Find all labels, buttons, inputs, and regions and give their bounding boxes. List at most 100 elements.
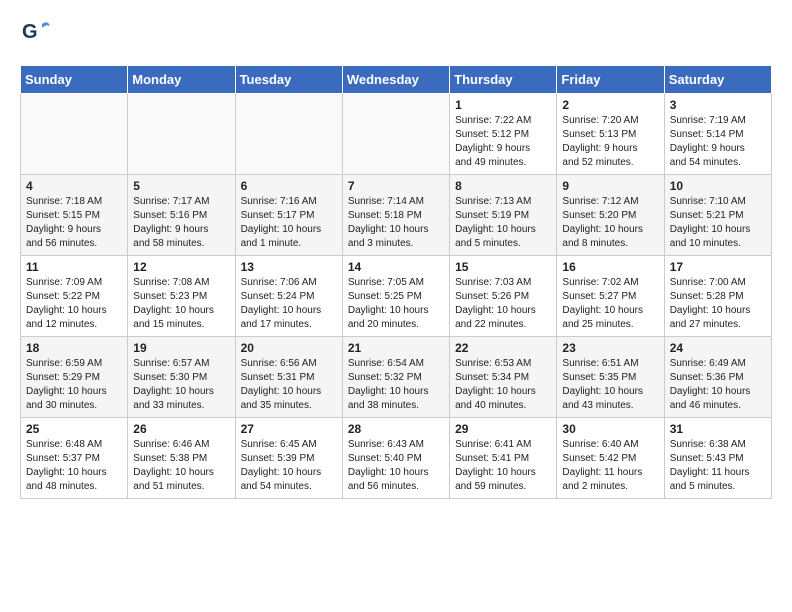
day-number: 4 <box>26 179 122 193</box>
day-info: Sunrise: 7:06 AM Sunset: 5:24 PM Dayligh… <box>241 276 337 332</box>
calendar-cell: 11Sunrise: 7:09 AM Sunset: 5:22 PM Dayli… <box>21 256 128 337</box>
calendar-cell: 27 Sunrise: 6:45 AM Sunset: 5:39 PM Dayli… <box>235 418 342 499</box>
calendar-cell: 21 Sunrise: 6:54 AM Sunset: 5:32 PM Dayli… <box>342 337 449 418</box>
day-info: Sunrise: 7:14 AM Sunset: 5:18 PM Dayligh… <box>348 195 444 251</box>
calendar-cell: 31 Sunrise: 6:38 AM Sunset: 5:43 PM Dayli… <box>664 418 771 499</box>
calendar-cell: 24 Sunrise: 6:49 AM Sunset: 5:36 PM Dayli… <box>664 337 771 418</box>
weekday-header-thursday: Thursday <box>450 66 557 94</box>
calendar-cell: 16 Sunrise: 7:02 AM Sunset: 5:27 PM Dayli… <box>557 256 664 337</box>
day-info: Sunrise: 7:02 AM Sunset: 5:27 PM Dayligh… <box>562 276 658 332</box>
calendar-cell: 4 Sunrise: 7:18 AM Sunset: 5:15 PM Daylig… <box>21 175 128 256</box>
day-info: Sunrise: 6:48 AM Sunset: 5:37 PM Dayligh… <box>26 438 122 494</box>
calendar-cell: 25 Sunrise: 6:48 AM Sunset: 5:37 PM Dayli… <box>21 418 128 499</box>
svg-text:G: G <box>22 21 38 43</box>
calendar-cell: 29Sunrise: 6:41 AM Sunset: 5:41 PM Dayli… <box>450 418 557 499</box>
day-info: Sunrise: 6:43 AM Sunset: 5:40 PM Dayligh… <box>348 438 444 494</box>
day-info: Sunrise: 7:13 AM Sunset: 5:19 PM Dayligh… <box>455 195 551 251</box>
calendar-cell: 3 Sunrise: 7:19 AM Sunset: 5:14 PM Daylig… <box>664 94 771 175</box>
day-number: 20 <box>241 341 337 355</box>
page-container: G SundayMondayTuesdayWednesdayThursdayFr… <box>0 0 792 515</box>
day-number: 10 <box>670 179 766 193</box>
logo: G <box>20 16 56 53</box>
calendar-cell <box>342 94 449 175</box>
day-number: 12 <box>133 260 229 274</box>
day-info: Sunrise: 6:38 AM Sunset: 5:43 PM Dayligh… <box>670 438 766 494</box>
calendar-cell: 5 Sunrise: 7:17 AM Sunset: 5:16 PM Daylig… <box>128 175 235 256</box>
day-number: 6 <box>241 179 337 193</box>
calendar-cell: 13 Sunrise: 7:06 AM Sunset: 5:24 PM Dayli… <box>235 256 342 337</box>
day-number: 25 <box>26 422 122 436</box>
day-number: 22 <box>455 341 551 355</box>
day-info: Sunrise: 6:45 AM Sunset: 5:39 PM Dayligh… <box>241 438 337 494</box>
day-number: 1 <box>455 98 551 112</box>
day-number: 3 <box>670 98 766 112</box>
day-info: Sunrise: 6:54 AM Sunset: 5:32 PM Dayligh… <box>348 357 444 413</box>
calendar-cell: 15Sunrise: 7:03 AM Sunset: 5:26 PM Dayli… <box>450 256 557 337</box>
calendar-cell: 22 Sunrise: 6:53 AM Sunset: 5:34 PM Dayli… <box>450 337 557 418</box>
weekday-header-monday: Monday <box>128 66 235 94</box>
calendar-cell: 6 Sunrise: 7:16 AM Sunset: 5:17 PM Daylig… <box>235 175 342 256</box>
weekday-header-sunday: Sunday <box>21 66 128 94</box>
day-number: 24 <box>670 341 766 355</box>
calendar-cell <box>235 94 342 175</box>
day-number: 17 <box>670 260 766 274</box>
calendar-cell: 8 Sunrise: 7:13 AM Sunset: 5:19 PM Daylig… <box>450 175 557 256</box>
calendar-cell: 14 Sunrise: 7:05 AM Sunset: 5:25 PM Dayli… <box>342 256 449 337</box>
day-info: Sunrise: 7:18 AM Sunset: 5:15 PM Dayligh… <box>26 195 122 251</box>
day-number: 21 <box>348 341 444 355</box>
day-number: 13 <box>241 260 337 274</box>
day-number: 2 <box>562 98 658 112</box>
day-number: 27 <box>241 422 337 436</box>
calendar-cell: 19 Sunrise: 6:57 AM Sunset: 5:30 PM Dayli… <box>128 337 235 418</box>
day-number: 18 <box>26 341 122 355</box>
calendar-cell: 30 Sunrise: 6:40 AM Sunset: 5:42 PM Dayli… <box>557 418 664 499</box>
day-number: 30 <box>562 422 658 436</box>
day-info: Sunrise: 6:51 AM Sunset: 5:35 PM Dayligh… <box>562 357 658 413</box>
calendar-week-row: 4 Sunrise: 7:18 AM Sunset: 5:15 PM Daylig… <box>21 175 772 256</box>
day-info: Sunrise: 7:22 AM Sunset: 5:12 PM Dayligh… <box>455 114 551 170</box>
calendar-week-row: 11Sunrise: 7:09 AM Sunset: 5:22 PM Dayli… <box>21 256 772 337</box>
day-info: Sunrise: 6:46 AM Sunset: 5:38 PM Dayligh… <box>133 438 229 494</box>
day-info: Sunrise: 7:19 AM Sunset: 5:14 PM Dayligh… <box>670 114 766 170</box>
day-info: Sunrise: 7:17 AM Sunset: 5:16 PM Dayligh… <box>133 195 229 251</box>
calendar-cell: 7 Sunrise: 7:14 AM Sunset: 5:18 PM Daylig… <box>342 175 449 256</box>
calendar-cell: 28 Sunrise: 6:43 AM Sunset: 5:40 PM Dayli… <box>342 418 449 499</box>
day-info: Sunrise: 7:00 AM Sunset: 5:28 PM Dayligh… <box>670 276 766 332</box>
calendar-cell: 2Sunrise: 7:20 AM Sunset: 5:13 PM Daylig… <box>557 94 664 175</box>
day-number: 16 <box>562 260 658 274</box>
day-number: 19 <box>133 341 229 355</box>
day-number: 26 <box>133 422 229 436</box>
calendar-cell <box>128 94 235 175</box>
day-info: Sunrise: 7:08 AM Sunset: 5:23 PM Dayligh… <box>133 276 229 332</box>
day-number: 14 <box>348 260 444 274</box>
weekday-header-saturday: Saturday <box>664 66 771 94</box>
day-info: Sunrise: 7:16 AM Sunset: 5:17 PM Dayligh… <box>241 195 337 251</box>
day-info: Sunrise: 6:57 AM Sunset: 5:30 PM Dayligh… <box>133 357 229 413</box>
page-header: G <box>20 16 772 53</box>
weekday-header-friday: Friday <box>557 66 664 94</box>
day-info: Sunrise: 6:49 AM Sunset: 5:36 PM Dayligh… <box>670 357 766 413</box>
day-number: 9 <box>562 179 658 193</box>
day-info: Sunrise: 7:05 AM Sunset: 5:25 PM Dayligh… <box>348 276 444 332</box>
logo-icon: G <box>20 16 52 53</box>
weekday-header-tuesday: Tuesday <box>235 66 342 94</box>
calendar-cell: 20 Sunrise: 6:56 AM Sunset: 5:31 PM Dayli… <box>235 337 342 418</box>
day-number: 29 <box>455 422 551 436</box>
day-number: 8 <box>455 179 551 193</box>
day-number: 28 <box>348 422 444 436</box>
calendar-week-row: 18 Sunrise: 6:59 AM Sunset: 5:29 PM Dayli… <box>21 337 772 418</box>
calendar-week-row: 1 Sunrise: 7:22 AM Sunset: 5:12 PM Daylig… <box>21 94 772 175</box>
day-info: Sunrise: 6:53 AM Sunset: 5:34 PM Dayligh… <box>455 357 551 413</box>
day-number: 5 <box>133 179 229 193</box>
day-number: 31 <box>670 422 766 436</box>
calendar-cell: 10Sunrise: 7:10 AM Sunset: 5:21 PM Dayli… <box>664 175 771 256</box>
calendar-cell <box>21 94 128 175</box>
calendar-cell: 9Sunrise: 7:12 AM Sunset: 5:20 PM Daylig… <box>557 175 664 256</box>
calendar-cell: 26 Sunrise: 6:46 AM Sunset: 5:38 PM Dayli… <box>128 418 235 499</box>
day-info: Sunrise: 6:40 AM Sunset: 5:42 PM Dayligh… <box>562 438 658 494</box>
day-info: Sunrise: 6:59 AM Sunset: 5:29 PM Dayligh… <box>26 357 122 413</box>
day-info: Sunrise: 6:56 AM Sunset: 5:31 PM Dayligh… <box>241 357 337 413</box>
calendar-header-row: SundayMondayTuesdayWednesdayThursdayFrid… <box>21 66 772 94</box>
day-number: 7 <box>348 179 444 193</box>
calendar-cell: 1 Sunrise: 7:22 AM Sunset: 5:12 PM Daylig… <box>450 94 557 175</box>
